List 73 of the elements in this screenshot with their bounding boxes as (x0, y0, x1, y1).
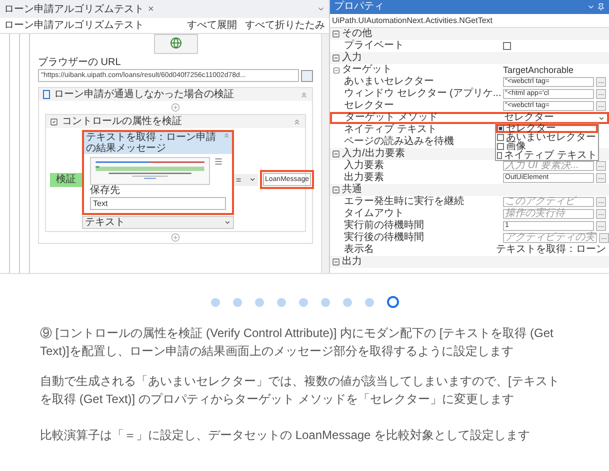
sequence-title: ローン申請が通過しなかった場合の検証 (54, 88, 234, 102)
property-label: セレクター (344, 101, 394, 111)
category-label: 共通 (342, 185, 362, 195)
save-to-field[interactable]: Text (90, 197, 226, 210)
paragraph: ⑨ [コントロールの属性を検証 (Verify Control Attribute)] 内にモダン配下の [テキストを取得 (Get Text)]を配置し、ローン申請の結果画面上のメッセージ部分を取得するように設定します (40, 325, 554, 360)
sequence-icon (43, 90, 50, 99)
add-icon[interactable] (171, 103, 180, 112)
method-dropdown[interactable]: セレクター (504, 113, 605, 123)
collapse-icon[interactable] (332, 54, 340, 62)
property-label: 出力要素 (344, 173, 384, 183)
property-label: 表示名 (344, 245, 374, 255)
activity-title: テキストを取得：ローン申請の結果メッセージ (86, 132, 217, 154)
field-label: 保存先 (89, 185, 121, 197)
pin-icon[interactable] (597, 3, 605, 11)
collapse-icon[interactable] (332, 30, 340, 38)
field-label: ブラウザーの URL (38, 57, 122, 69)
checkbox[interactable] (497, 143, 504, 150)
paragraph: 比較演算子は「＝」に設定し、データセットの LoanMessage を比較対象として設定します (40, 427, 532, 444)
collapse-icon[interactable] (332, 150, 340, 158)
tab-title: ローン申請アルゴリズムテスト (4, 2, 144, 16)
property-value: TargetAnchorable (503, 65, 574, 75)
calendar-button[interactable] (301, 70, 313, 82)
collapse-icon[interactable] (300, 90, 308, 98)
collapse-icon[interactable] (332, 258, 340, 266)
property-label: エラー発生時に実行を継続 (344, 197, 464, 207)
property-label: ターゲット メソッド (345, 113, 438, 123)
property-label: ネイティブ テキスト (344, 125, 437, 135)
menu-icon[interactable] (214, 157, 223, 166)
breadcrumb: ローン申請アルゴリズムテスト (4, 18, 144, 33)
dropdown-option[interactable]: ネイティブ テキスト (496, 151, 598, 160)
expand-all-link[interactable]: すべて展開 (187, 18, 237, 33)
verify-title: コントロールの属性を検証 (62, 114, 182, 129)
close-button[interactable]: × (148, 2, 154, 16)
chevron-down-icon (598, 114, 605, 122)
verify-label: 検証 (50, 172, 82, 186)
paragraph: 自動で生成される「あいまいセレクター」では、複数の値が該当してしまいますので、[テキストを取得 (Get Text)] のプロパティからターゲット メソッドを「セレクター」に変更します (40, 373, 560, 408)
collapse-icon[interactable] (293, 118, 301, 126)
property-label: あいまいセレクター (344, 77, 434, 87)
category-label: 入力/出力要素 (342, 149, 405, 159)
scrollbar[interactable] (321, 34, 329, 273)
chevron-down-icon (224, 219, 231, 226)
checkbox[interactable] (497, 152, 502, 159)
category-label: 入力 (342, 53, 362, 63)
checkbox[interactable] (497, 125, 504, 132)
category-label: 出力 (342, 257, 362, 267)
document-tab[interactable]: ローン申請アルゴリズムテスト × (4, 2, 154, 16)
collapse-all-link[interactable]: すべて折りたたみ (245, 18, 325, 33)
chevron-down-icon (249, 176, 256, 183)
property-label: ターゲット (342, 65, 392, 75)
collapse-icon[interactable] (333, 66, 340, 74)
dropdown-option[interactable]: あいまいセレクター (496, 133, 598, 142)
property-label: 実行後の待機時間 (344, 233, 424, 243)
property-label: ウィンドウ セレクター (アプリケ... (344, 89, 502, 99)
checkbox[interactable] (503, 42, 511, 50)
property-label: タイムアウト (344, 209, 404, 219)
property-label: 入力要素 (344, 161, 384, 171)
checkbox-icon (50, 118, 58, 126)
property-value: テキストを取得：ローン (496, 245, 606, 255)
panel-title: プロパティ (334, 1, 384, 13)
attribute-dropdown[interactable]: テキスト (82, 216, 234, 229)
operator-dropdown[interactable]: = (234, 174, 258, 186)
property-label: 実行前の待機時間 (344, 221, 424, 231)
add-icon[interactable] (171, 233, 180, 242)
globe-icon (170, 37, 182, 49)
chevron-down-icon[interactable] (317, 5, 325, 13)
property-label: ページの読み込みを待機 (344, 137, 454, 147)
collapse-icon[interactable] (223, 132, 230, 139)
dropdown-option[interactable]: 画像 (496, 142, 598, 151)
category-label: その他 (342, 29, 372, 39)
chevron-down-icon[interactable] (587, 3, 595, 11)
checkbox[interactable] (497, 134, 504, 141)
property-label: プライベート (344, 41, 404, 51)
collapse-icon[interactable] (332, 186, 340, 194)
